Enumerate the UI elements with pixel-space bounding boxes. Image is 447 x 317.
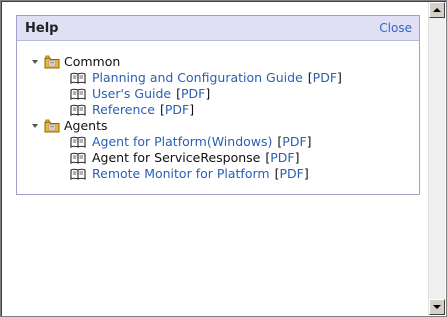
book-icon [70,136,86,148]
help-window-frame: Help Close Common Planning and Configura… [0,0,447,317]
tree-node-agents[interactable]: Agents [29,118,342,134]
help-panel: Help Close Common Planning and Configura… [16,15,420,195]
pdf-link[interactable]: PDF [270,150,294,166]
doc-link[interactable]: User's Guide [92,86,171,102]
list-item: Remote Monitor for Platform [PDF] [70,166,342,182]
help-panel-header: Help Close [17,16,419,41]
vertical-scrollbar[interactable] [428,2,445,315]
tree-children-common: Planning and Configuration Guide [PDF] U… [70,70,342,118]
arrow-up-icon [433,8,441,12]
pdf-link[interactable]: PDF [313,70,337,86]
book-icon [70,88,86,100]
list-item: Reference [PDF] [70,102,342,118]
pdf-link[interactable]: PDF [181,86,205,102]
folder-icon [44,119,60,133]
doc-link[interactable]: Agent for Platform(Windows) [92,134,272,150]
expand-triangle-icon[interactable] [29,54,41,70]
tree-children-agents: Agent for Platform(Windows) [PDF] Agent … [70,134,342,182]
expand-triangle-icon[interactable] [29,118,41,134]
tree-node-common[interactable]: Common [29,54,342,70]
list-item: User's Guide [PDF] [70,86,342,102]
pdf-link[interactable]: PDF [282,134,306,150]
tree-node-label: Common [64,54,121,69]
doc-link[interactable]: Reference [92,102,155,118]
arrow-down-icon [433,305,441,309]
scroll-down-button[interactable] [429,299,445,315]
list-item: Agent for Platform(Windows) [PDF] [70,134,342,150]
doc-link[interactable]: Planning and Configuration Guide [92,70,303,86]
book-icon [70,72,86,84]
scroll-up-button[interactable] [429,2,445,18]
help-tree: Common Planning and Configuration Guide … [29,54,342,182]
book-icon [70,152,86,164]
book-icon [70,168,86,180]
book-icon [70,104,86,116]
doc-link[interactable]: Remote Monitor for Platform [92,166,270,182]
pdf-link[interactable]: PDF [279,166,303,182]
folder-icon [44,55,60,69]
close-link[interactable]: Close [379,21,412,35]
tree-node-label: Agents [64,118,108,133]
list-item: Planning and Configuration Guide [PDF] [70,70,342,86]
doc-label: Agent for ServiceResponse [92,150,261,165]
pdf-link[interactable]: PDF [165,102,189,118]
list-item: Agent for ServiceResponse [PDF] [70,150,342,166]
panel-title: Help [25,20,59,36]
